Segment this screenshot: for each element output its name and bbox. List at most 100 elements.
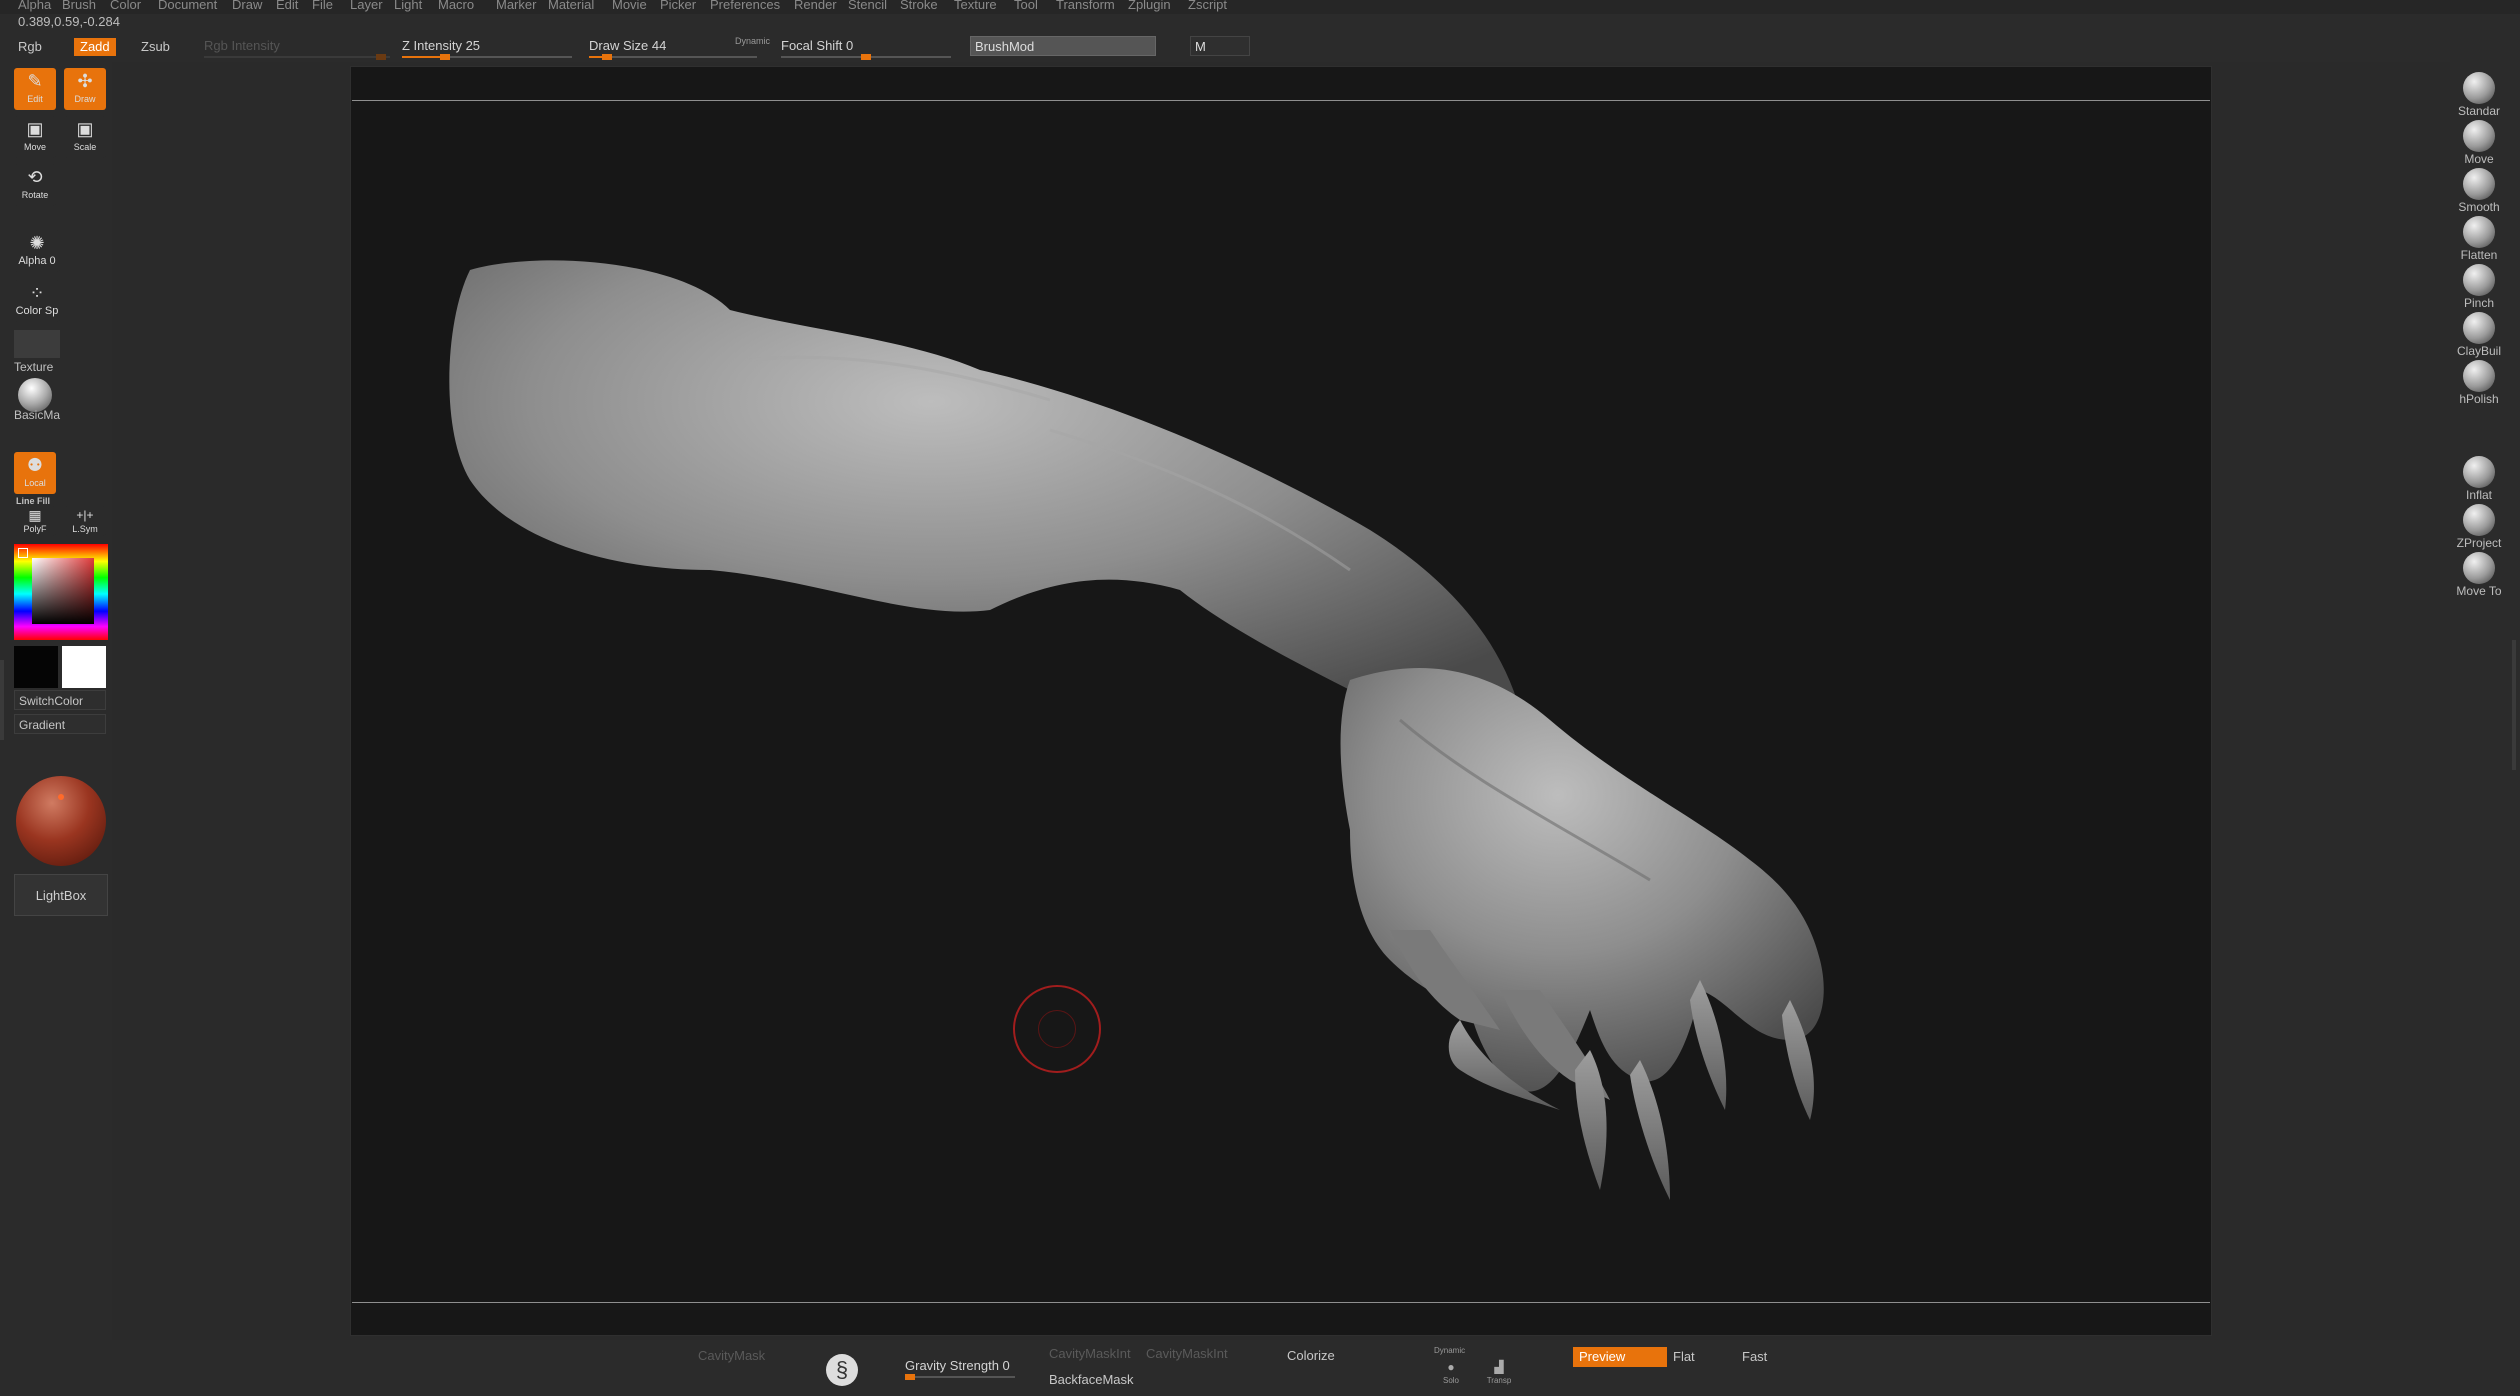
polyf-button[interactable]: ▦ PolyF <box>14 506 56 536</box>
draw-icon: ✣ <box>77 71 93 91</box>
menu-item-document[interactable]: Document <box>158 0 217 12</box>
transp-icon: ▟ <box>1494 1360 1504 1374</box>
backface-mask-button[interactable]: BackfaceMask <box>1049 1372 1134 1387</box>
local-button[interactable]: ⚉ Local <box>14 452 56 494</box>
sphere-brush-icon <box>2463 360 2495 392</box>
spray-icon: ⁘ <box>29 283 45 303</box>
coordinates-readout: 0.389,0.59,-0.284 <box>18 14 120 29</box>
z-intensity-label: Z Intensity 25 <box>402 38 481 53</box>
lightbox-button[interactable]: LightBox <box>14 874 108 916</box>
symmetry-icon: +|+ <box>76 508 94 522</box>
menu-item-movie[interactable]: Movie <box>612 0 647 12</box>
menu-item-stencil[interactable]: Stencil <box>848 0 887 12</box>
brush-zproject[interactable]: ZProject <box>2454 500 2504 550</box>
switch-color-button[interactable]: SwitchColor <box>14 690 106 710</box>
cavity-mask-int-slider-1[interactable]: CavityMaskInt <box>1049 1346 1131 1361</box>
draw-size-slider[interactable]: Draw Size 44 <box>589 38 757 60</box>
gradient-button[interactable]: Gradient <box>14 714 106 734</box>
sphere-brush-icon <box>2463 504 2495 536</box>
sphere-brush-icon <box>2463 72 2495 104</box>
line-fill-label: Line Fill <box>16 496 51 506</box>
menu-item-draw[interactable]: Draw <box>232 0 262 12</box>
sphere-brush-icon <box>2463 552 2495 584</box>
preview-button[interactable]: Preview <box>1573 1347 1667 1367</box>
brush-move-to[interactable]: Move To <box>2454 548 2504 598</box>
menu-item-alpha[interactable]: Alpha <box>18 0 51 12</box>
texture-label: Texture <box>14 360 54 374</box>
menu-item-edit[interactable]: Edit <box>276 0 298 12</box>
secondary-color-swatch[interactable] <box>14 646 58 688</box>
transp-button[interactable]: ▟ Transp <box>1484 1358 1514 1385</box>
main-color-swatch[interactable] <box>62 646 106 688</box>
menu-item-zplugin[interactable]: Zplugin <box>1128 0 1171 12</box>
alpha-button[interactable]: ✺ Alpha 0 <box>14 230 60 272</box>
rgb-intensity-slider[interactable]: Rgb Intensity <box>204 38 390 60</box>
menu-item-stroke[interactable]: Stroke <box>900 0 938 12</box>
gravity-strength-slider[interactable]: Gravity Strength 0 <box>905 1358 1015 1380</box>
menu-item-layer[interactable]: Layer <box>350 0 383 12</box>
brush-move[interactable]: Move <box>2454 116 2504 166</box>
material-icon[interactable] <box>18 378 52 412</box>
rgb-button[interactable]: Rgb <box>18 38 42 56</box>
cavity-mask-button[interactable]: CavityMask <box>698 1348 765 1363</box>
zsub-button[interactable]: Zsub <box>141 38 170 56</box>
material-preview-sphere[interactable] <box>16 776 106 866</box>
color-picker-square[interactable] <box>32 558 94 624</box>
brush-standar[interactable]: Standar <box>2454 68 2504 118</box>
stroke-button[interactable]: ⁘ Color Sp <box>14 280 60 322</box>
left-tray-handle[interactable] <box>0 660 4 740</box>
menu-item-macro[interactable]: Macro <box>438 0 474 12</box>
cavity-mask-int-slider-2[interactable]: CavityMaskInt <box>1146 1346 1228 1361</box>
menu-item-tool[interactable]: Tool <box>1014 0 1038 12</box>
z-intensity-slider[interactable]: Z Intensity 25 <box>402 38 572 60</box>
texture-swatch[interactable] <box>14 330 60 358</box>
menu-item-texture[interactable]: Texture <box>954 0 997 12</box>
menu-item-marker[interactable]: Marker <box>496 0 536 12</box>
sculptris-logo-icon[interactable]: § <box>826 1354 858 1386</box>
sphere-brush-icon <box>2463 168 2495 200</box>
local-icon: ⚉ <box>26 455 44 475</box>
focal-shift-slider[interactable]: Focal Shift 0 <box>781 38 951 60</box>
menu-item-light[interactable]: Light <box>394 0 422 12</box>
brush-pinch[interactable]: Pinch <box>2454 260 2504 310</box>
colorize-button[interactable]: Colorize <box>1287 1348 1335 1363</box>
menu-item-preferences[interactable]: Preferences <box>710 0 780 12</box>
color-picker-marker <box>18 548 28 558</box>
menu-item-material[interactable]: Material <box>548 0 594 12</box>
m-button[interactable]: M <box>1190 36 1250 56</box>
menu-item-render[interactable]: Render <box>794 0 837 12</box>
menu-bar: Alpha Brush Color Document Draw Edit File Layer… <box>0 0 2520 14</box>
scale-button[interactable]: ▣ Scale <box>64 116 106 158</box>
brush-smooth[interactable]: Smooth <box>2454 164 2504 214</box>
edit-icon: ✎ <box>27 71 43 91</box>
menu-item-brush[interactable]: Brush <box>62 0 96 12</box>
solo-button[interactable]: ● Solo <box>1438 1358 1464 1385</box>
rotate-button[interactable]: ⟲ Rotate <box>14 164 56 206</box>
sculpted-arm-model[interactable] <box>350 100 2212 1300</box>
brush-hpolish[interactable]: hPolish <box>2454 356 2504 406</box>
fast-button[interactable]: Fast <box>1742 1349 1767 1364</box>
brushmod-field[interactable]: BrushMod <box>970 36 1156 56</box>
menu-item-color[interactable]: Color <box>110 0 141 12</box>
flat-button[interactable]: Flat <box>1673 1349 1695 1364</box>
zadd-button[interactable]: Zadd <box>74 38 116 56</box>
menu-item-file[interactable]: File <box>312 0 333 12</box>
menu-item-picker[interactable]: Picker <box>660 0 696 12</box>
menu-item-transform[interactable]: Transform <box>1056 0 1115 12</box>
brush-flatten[interactable]: Flatten <box>2454 212 2504 262</box>
grid-icon: ▦ <box>28 507 42 523</box>
dynamic-label[interactable]: Dynamic <box>735 36 770 46</box>
edit-button[interactable]: ✎ Edit <box>14 68 56 110</box>
sphere-brush-icon <box>2463 120 2495 152</box>
menu-item-zscript[interactable]: Zscript <box>1188 0 1227 12</box>
brush-inflat[interactable]: Inflat <box>2454 452 2504 502</box>
move-button[interactable]: ▣ Move <box>14 116 56 158</box>
material-label: BasicMa <box>14 408 61 422</box>
solo-icon: ● <box>1447 1360 1455 1374</box>
brush-label: hPolish <box>2459 392 2499 406</box>
lsym-button[interactable]: +|+ L.Sym <box>64 506 106 536</box>
draw-button[interactable]: ✣ Draw <box>64 68 106 110</box>
document-border-bottom <box>352 1302 2210 1303</box>
right-tray-handle[interactable] <box>2512 640 2516 770</box>
brush-claybuil[interactable]: ClayBuil <box>2454 308 2504 358</box>
